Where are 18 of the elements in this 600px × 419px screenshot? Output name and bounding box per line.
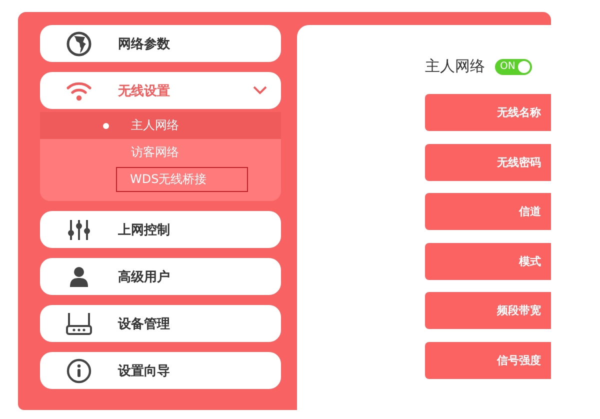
nav-item[interactable]: 高级用户 — [40, 258, 281, 295]
section-title: 主人网络 — [425, 57, 485, 76]
nav-item[interactable]: 设置向导 — [40, 352, 281, 389]
field-label: 信道 — [425, 193, 551, 230]
nav-item[interactable]: 网络参数 — [40, 25, 281, 62]
sliders-icon — [67, 218, 91, 240]
globe-icon — [66, 30, 92, 56]
nav-item[interactable]: 上网控制 — [40, 211, 281, 248]
info-icon — [66, 358, 92, 384]
router-icon — [66, 312, 92, 336]
field-label: 频段带宽 — [425, 292, 551, 330]
field-label: 模式 — [425, 242, 551, 280]
wifi-icon — [66, 80, 92, 102]
field-label: 无线密码 — [425, 144, 551, 181]
field-label: 信号强度 — [425, 342, 551, 379]
user-icon — [69, 266, 89, 288]
nav-item[interactable]: 设备管理 — [40, 305, 281, 342]
field-label: 无线名称 — [425, 94, 551, 131]
